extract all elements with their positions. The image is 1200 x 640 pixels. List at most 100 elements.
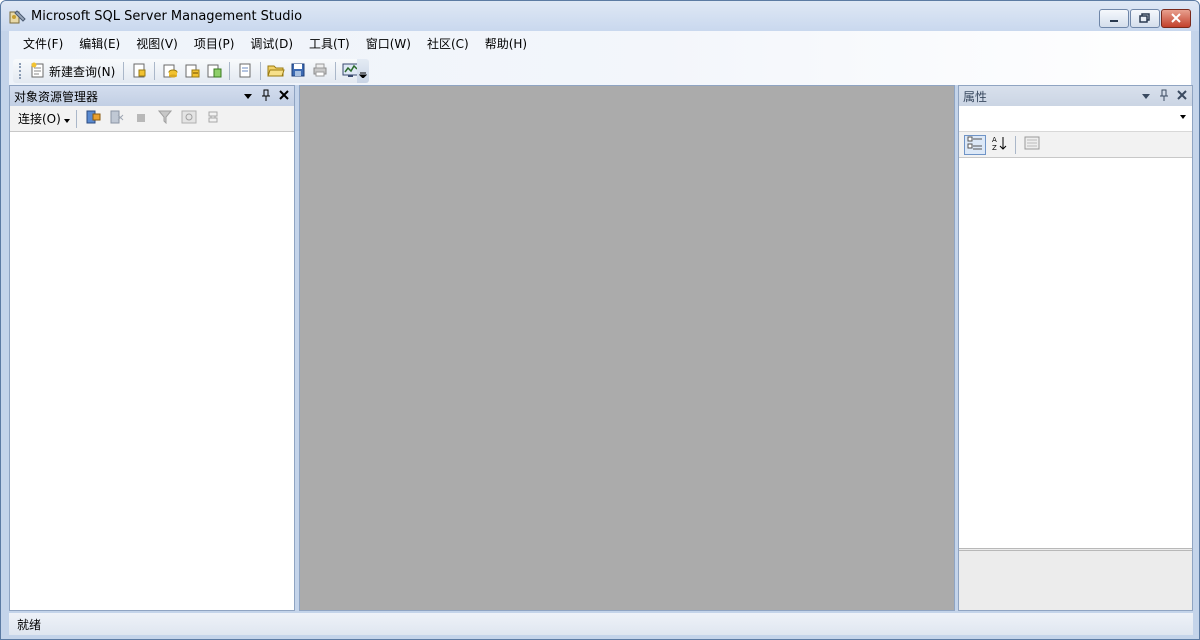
property-description-area	[959, 548, 1192, 610]
sort-alphabetical-icon: AZ	[991, 135, 1007, 154]
analysis-query-button[interactable]	[182, 61, 202, 81]
menu-edit[interactable]: 编辑(E)	[71, 33, 128, 55]
restore-icon	[1139, 12, 1151, 26]
connect-button[interactable]: 连接(O)	[16, 110, 72, 127]
panel-controls	[1140, 88, 1188, 104]
panel-controls	[242, 88, 290, 104]
toolbar-separator	[335, 62, 337, 80]
object-explorer-header[interactable]: 对象资源管理器	[10, 86, 294, 106]
standard-toolbar: 新建查询(N)	[9, 57, 1191, 85]
dropdown-arrow-icon	[243, 89, 253, 103]
window-title: Microsoft SQL Server Management Studio	[31, 9, 303, 24]
save-icon	[290, 62, 306, 81]
toolbar-separator	[1015, 135, 1016, 154]
chevron-down-icon	[1180, 115, 1186, 119]
minimize-icon	[1109, 12, 1119, 26]
status-text: 就绪	[17, 617, 42, 632]
toolbar-separator	[75, 109, 77, 128]
toolbar-separator	[260, 62, 262, 80]
panel-menu-button[interactable]	[1140, 89, 1152, 103]
analysis-query-icon	[184, 62, 200, 81]
auto-hide-button[interactable]	[1158, 89, 1170, 103]
new-query-label: 新建查询(N)	[49, 64, 116, 79]
minimize-button[interactable]	[1099, 9, 1129, 28]
menu-view[interactable]: 视图(V)	[128, 33, 186, 55]
sync-icon	[205, 109, 221, 128]
filter-icon	[157, 110, 172, 127]
object-explorer-panel: 对象资源管理器 连接(O)	[9, 85, 295, 611]
window-controls	[1099, 9, 1191, 28]
menu-community[interactable]: 社区(C)	[419, 33, 477, 55]
menu-debug[interactable]: 调试(D)	[242, 33, 301, 55]
panel-menu-button[interactable]	[242, 89, 254, 103]
properties-toolbar: AZ	[959, 132, 1192, 158]
close-button[interactable]	[1161, 9, 1191, 28]
dropdown-arrow-icon	[63, 112, 70, 126]
toolbar-grip[interactable]	[19, 63, 22, 79]
sync-button[interactable]	[203, 110, 223, 128]
pin-icon	[261, 89, 271, 104]
filter-button[interactable]	[155, 110, 175, 128]
object-explorer-title: 对象资源管理器	[14, 89, 99, 104]
object-selector-dropdown[interactable]	[959, 106, 1192, 132]
object-explorer-toolbar: 连接(O)	[10, 106, 294, 132]
categorized-icon	[967, 135, 983, 154]
dropdown-arrow-icon	[1141, 89, 1151, 103]
document-area[interactable]	[299, 85, 955, 611]
toolbar-separator	[154, 62, 156, 80]
print-button[interactable]	[310, 61, 330, 81]
close-icon	[1176, 89, 1188, 104]
stop-button[interactable]	[131, 110, 151, 128]
mobile-query-icon	[206, 62, 222, 81]
ssms-app-icon	[9, 9, 27, 25]
stop-icon	[136, 112, 146, 126]
menu-help[interactable]: 帮助(H)	[477, 33, 535, 55]
svg-text:A: A	[992, 136, 997, 144]
mobile-query-button[interactable]	[204, 61, 224, 81]
refresh-button[interactable]	[179, 110, 199, 128]
menu-window[interactable]: 窗口(W)	[358, 33, 419, 55]
panel-close-button[interactable]	[1176, 89, 1188, 103]
close-icon	[1170, 12, 1182, 26]
connect-server-icon	[85, 109, 101, 128]
restore-button[interactable]	[1130, 9, 1160, 28]
new-project-button[interactable]	[235, 61, 255, 81]
alphabetical-button[interactable]: AZ	[988, 135, 1010, 155]
folder-open-icon	[267, 62, 286, 81]
db-query-icon	[162, 62, 178, 81]
open-file-button[interactable]	[266, 61, 286, 81]
new-query-icon	[30, 62, 46, 81]
new-file-icon	[131, 62, 147, 81]
toolbar-strip: 新建查询(N)	[13, 59, 363, 83]
document-icon	[237, 62, 253, 81]
properties-header[interactable]: 属性	[959, 86, 1192, 106]
printer-icon	[312, 62, 328, 81]
property-pages-button[interactable]	[1021, 135, 1043, 155]
menu-file[interactable]: 文件(F)	[15, 33, 71, 55]
toolbar-separator	[123, 62, 125, 80]
close-icon	[278, 89, 290, 104]
new-query-button[interactable]: 新建查询(N)	[27, 61, 118, 81]
auto-hide-button[interactable]	[260, 89, 272, 103]
new-file-button[interactable]	[129, 61, 149, 81]
toolbar-overflow-button[interactable]	[357, 59, 369, 83]
save-button[interactable]	[288, 61, 308, 81]
disconnect-button[interactable]	[107, 110, 127, 128]
connect-server-button[interactable]	[83, 110, 103, 128]
database-engine-query-button[interactable]	[160, 61, 180, 81]
categorized-button[interactable]	[964, 134, 986, 155]
status-bar: 就绪	[9, 613, 1193, 635]
properties-title: 属性	[963, 89, 988, 104]
connect-label: 连接(O)	[18, 112, 61, 126]
svg-text:Z: Z	[992, 144, 997, 151]
chevron-down-icon	[358, 67, 368, 81]
panel-close-button[interactable]	[278, 89, 290, 103]
menu-bar: 文件(F) 编辑(E) 视图(V) 项目(P) 调试(D) 工具(T) 窗口(W…	[9, 31, 1191, 57]
menu-project[interactable]: 项目(P)	[186, 33, 243, 55]
title-bar[interactable]: Microsoft SQL Server Management Studio	[1, 1, 1199, 31]
pin-icon	[1159, 89, 1169, 104]
menu-tools[interactable]: 工具(T)	[301, 33, 358, 55]
toolbar-separator	[229, 62, 231, 80]
refresh-icon	[181, 110, 197, 127]
property-pages-icon	[1024, 136, 1040, 153]
